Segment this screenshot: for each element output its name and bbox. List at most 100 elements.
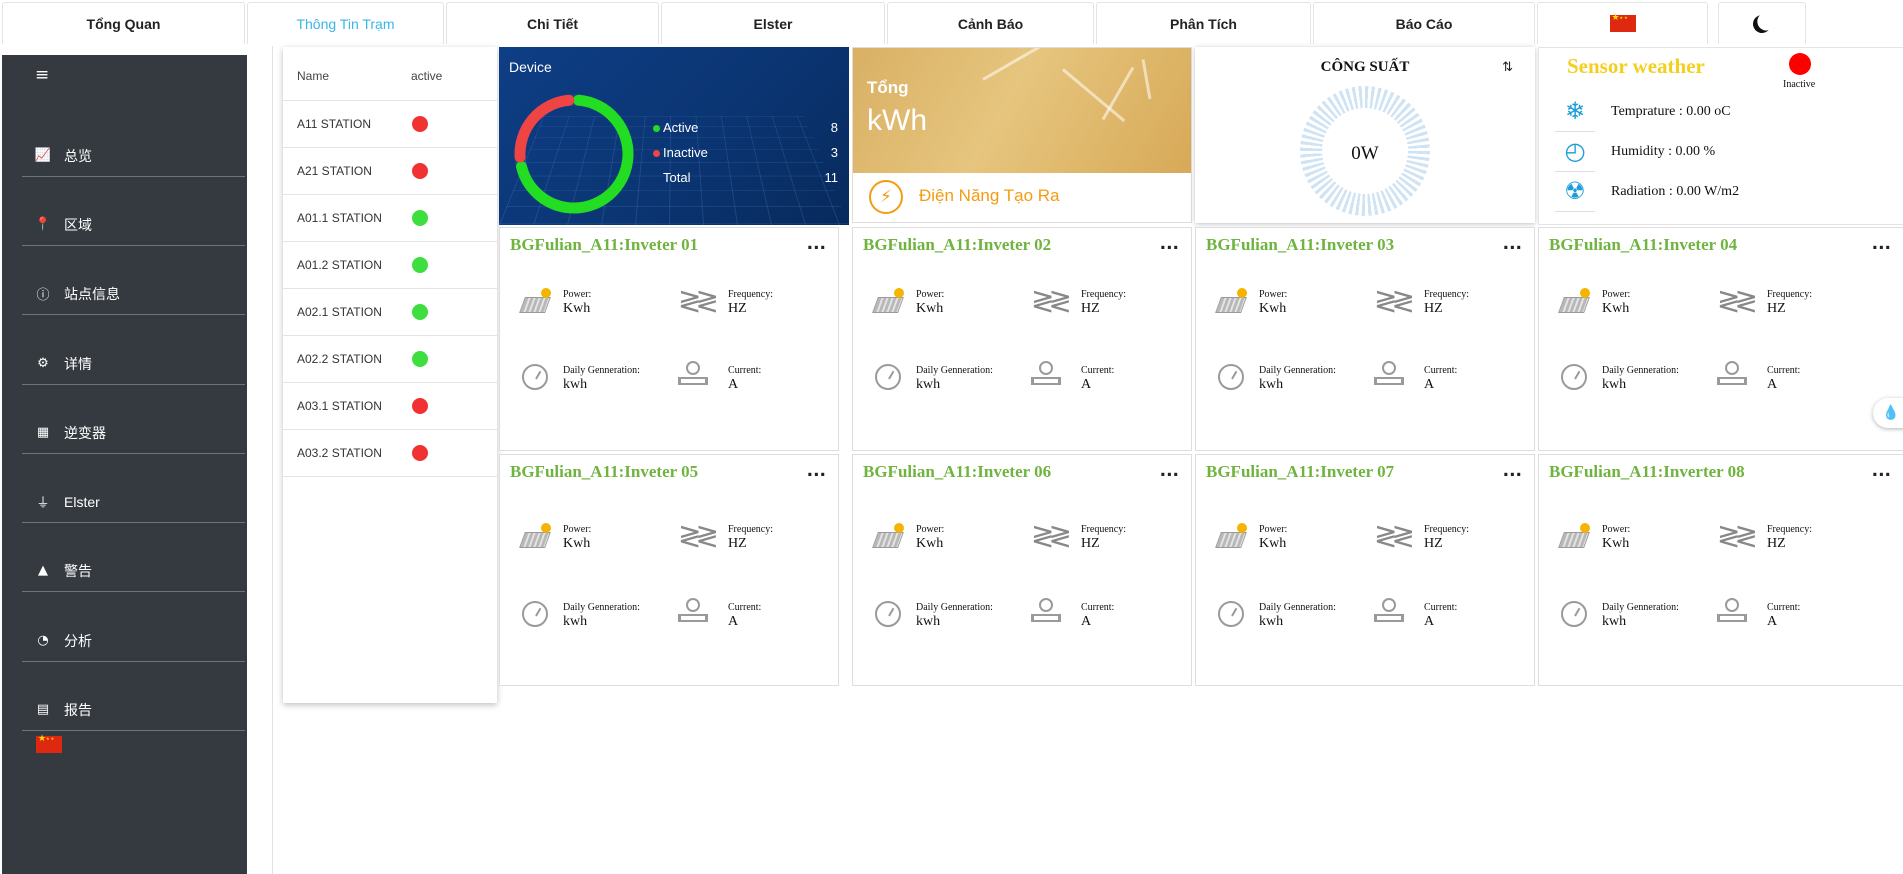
china-flag-icon [36, 734, 62, 753]
station-row[interactable]: A11 STATION [283, 101, 497, 148]
tab-tong-quan[interactable]: Tổng Quan [2, 2, 245, 44]
daily-generation-unit: kwh [1602, 377, 1627, 392]
station-list-header: Name active [283, 47, 497, 101]
flow-meter-icon [1031, 597, 1061, 629]
daily-generation-metric: Daily Genneration: kwh [563, 602, 640, 630]
station-row[interactable]: A03.1 STATION [283, 383, 497, 430]
speedometer-icon [1218, 364, 1244, 390]
sidebar-item-label: 警告 [64, 562, 92, 579]
tab-chi-tiet[interactable]: Chi Tiết [446, 2, 659, 44]
station-row[interactable]: A01.2 STATION [283, 242, 497, 289]
station-name: A02.2 STATION [297, 352, 382, 366]
tab-thong-tin-tram[interactable]: Thông Tin Trạm [247, 2, 444, 44]
current-unit: A [728, 377, 739, 392]
solar-panel-icon [1215, 288, 1250, 316]
legend-label-total: Total [663, 170, 691, 185]
more-options-button[interactable]: ... [1160, 461, 1179, 481]
frequency-wave-icon: ≷≷ [1031, 284, 1072, 317]
more-options-button[interactable]: ... [1503, 461, 1522, 481]
file-icon: ▤ [36, 702, 50, 717]
tab-elster[interactable]: Elster [661, 2, 885, 44]
hamburger-menu-icon[interactable]: ≡ [35, 65, 49, 85]
current-metric: Current: A [728, 365, 761, 393]
inverter-card: BGFulian_A11:Inveter 02... Power: Kwh ≷≷ Fre… [852, 227, 1192, 451]
sidebar-item-analysis[interactable]: ◔ 分析 [22, 620, 245, 662]
theme-toggle-button[interactable] [1718, 2, 1806, 44]
daily-generation-label: Daily Genneration: [1259, 365, 1336, 376]
sidebar-item-label: 报告 [64, 701, 92, 718]
solar-panel-icon [1558, 288, 1593, 316]
column-header-active: active [411, 69, 443, 83]
warning-triangle-icon: ▲ [38, 563, 48, 578]
device-card-title: Device [509, 59, 552, 75]
more-options-button[interactable]: ... [807, 461, 826, 481]
daily-generation-metric: Daily Genneration: kwh [916, 365, 993, 393]
weather-row-radiation: ☢ Radiation : 0.00 W/m2 [1555, 172, 1895, 212]
station-name: A02.1 STATION [297, 305, 382, 319]
tab-phan-tich[interactable]: Phân Tích [1096, 2, 1311, 44]
more-options-button[interactable]: ... [1503, 234, 1522, 254]
frequency-label: Frequency: [1767, 289, 1812, 300]
status-dot-inactive [412, 398, 428, 414]
more-options-button[interactable]: ... [1872, 234, 1891, 254]
sidebar-language-button[interactable] [36, 734, 62, 758]
station-row[interactable]: A02.1 STATION [283, 289, 497, 336]
sidebar-item-region[interactable]: 📍 区域 [22, 204, 245, 246]
station-row[interactable]: A21 STATION [283, 148, 497, 195]
current-unit: A [1081, 614, 1092, 629]
flow-meter-icon [1031, 360, 1061, 392]
speedometer-icon [522, 601, 548, 627]
current-label: Current: [1767, 365, 1801, 376]
more-options-button[interactable]: ... [1872, 461, 1891, 481]
status-dot-active [412, 210, 428, 226]
inverter-card: BGFulian_A11:Inveter 04... Power: Kwh ≷≷ Fre… [1538, 227, 1903, 451]
info-circle-icon: ⓘ [36, 288, 50, 303]
frequency-wave-icon: ≷≷ [678, 519, 719, 552]
solar-panel-icon: ▦ [36, 425, 50, 440]
daily-generation-metric: Daily Genneration: kwh [563, 365, 640, 393]
sort-arrows-icon[interactable]: ⇅ [1502, 60, 1513, 75]
frequency-metric: Frequency: HZ [1424, 289, 1469, 317]
current-metric: Current: A [1424, 365, 1457, 393]
sidebar-item-inverter[interactable]: ▦ 逆变器 [22, 412, 245, 454]
language-switch-button[interactable] [1537, 2, 1708, 44]
station-name: A01.1 STATION [297, 211, 382, 225]
sidebar-item-warning[interactable]: ▲ 警告 [22, 550, 245, 592]
inverter-card: BGFulian_A11:Inveter 01... Power: Kwh ≷≷ Fre… [499, 227, 839, 451]
tab-canh-bao[interactable]: Cảnh Báo [887, 2, 1094, 44]
daily-generation-label: Daily Genneration: [1602, 602, 1679, 613]
device-status-card: Device Active 8 Inactive 3 Total 11 [499, 47, 849, 225]
sidebar-item-station-info[interactable]: ⓘ 站点信息 [22, 273, 245, 315]
pie-chart-icon: ◔ [37, 633, 49, 648]
daily-generation-label: Daily Genneration: [563, 365, 640, 376]
energy-total-label: Tổng [867, 78, 909, 97]
sidebar-item-overview[interactable]: 📈 总览 [22, 135, 245, 177]
water-drops-icon[interactable]: 💧 [1873, 398, 1903, 428]
flow-meter-icon [1374, 360, 1404, 392]
power-unit: Kwh [563, 536, 591, 551]
sidebar-item-report[interactable]: ▤ 报告 [22, 689, 245, 731]
station-row[interactable]: A03.2 STATION [283, 430, 497, 477]
power-label: Power: [1602, 289, 1631, 300]
power-unit: Kwh [1259, 301, 1287, 316]
tab-bao-cao[interactable]: Báo Cáo [1313, 2, 1535, 44]
power-label: Power: [1259, 524, 1288, 535]
station-row[interactable]: A02.2 STATION [283, 336, 497, 383]
solar-panel-icon [872, 288, 907, 316]
sidebar-item-details[interactable]: ⚙ 详情 [22, 343, 245, 385]
daily-generation-unit: kwh [563, 377, 588, 392]
lightning-bolt-icon: ⚡ [869, 180, 903, 214]
station-row[interactable]: A01.1 STATION [283, 195, 497, 242]
frequency-label: Frequency: [1424, 289, 1469, 300]
speedometer-icon [1218, 601, 1244, 627]
flow-meter-icon [1374, 597, 1404, 629]
current-unit: A [1424, 377, 1435, 392]
sidebar-item-elster[interactable]: ⏚ Elster [22, 481, 245, 523]
current-label: Current: [1424, 602, 1458, 613]
status-dot-inactive [412, 116, 428, 132]
speedometer-icon [1561, 364, 1587, 390]
current-unit: A [1424, 614, 1435, 629]
more-options-button[interactable]: ... [1160, 234, 1179, 254]
legend-total: Total 11 [653, 170, 838, 188]
more-options-button[interactable]: ... [807, 234, 826, 254]
